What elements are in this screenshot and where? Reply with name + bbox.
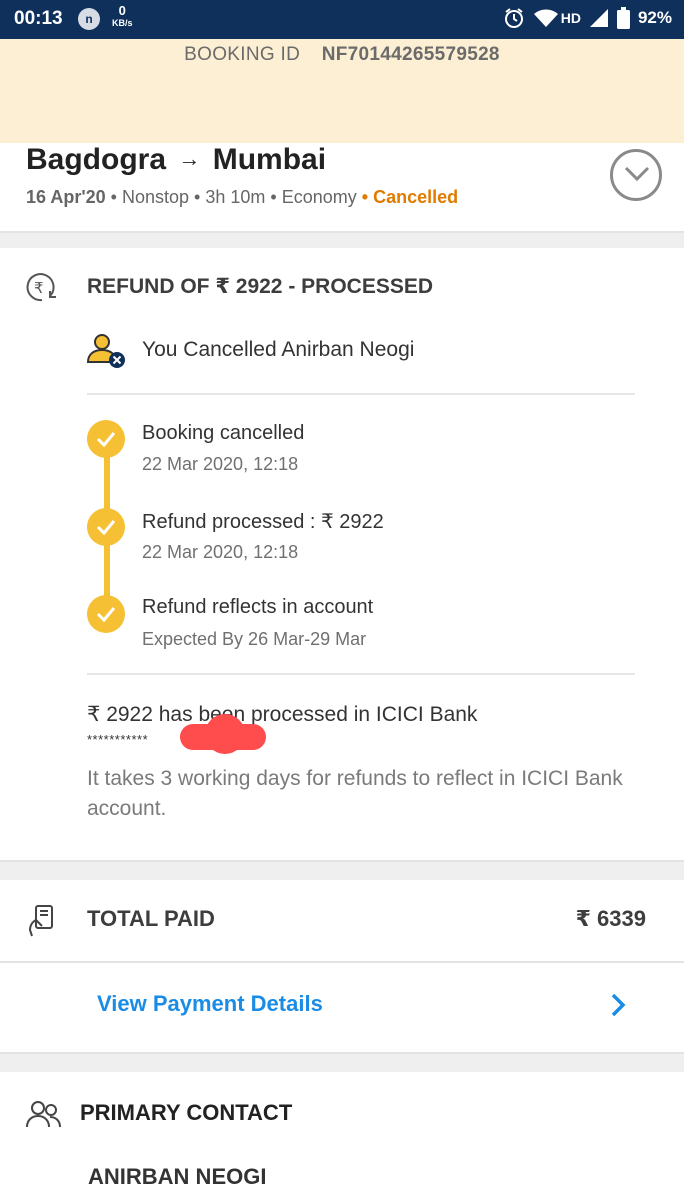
refund-icon: ₹ — [26, 273, 56, 302]
primary-contact-name: ANIRBAN NEOGI — [88, 1164, 267, 1189]
divider — [87, 673, 635, 675]
route-title: Bagdogra → Mumbai — [26, 143, 326, 177]
primary-contact-card: PRIMARY CONTACT ANIRBAN NEOGI — [0, 1072, 684, 1200]
expand-button[interactable] — [610, 149, 662, 201]
wifi-icon — [533, 9, 558, 27]
total-paid-amount: ₹ 6339 — [575, 906, 646, 931]
timeline-step-subtitle: Expected By 26 Mar-29 Mar — [142, 629, 367, 649]
signal-icon — [589, 9, 608, 27]
meta-dot: • — [110, 187, 122, 207]
status-dot: • — [361, 187, 374, 207]
booking-header: BOOKING ID NF70144265579528 — [0, 39, 684, 143]
refund-card: ₹ REFUND OF ₹ 2922 - PROCESSED You Cance… — [0, 248, 684, 860]
data-speed-unit: KB/s — [112, 18, 133, 28]
view-payment-details-label: View Payment Details — [97, 991, 323, 1016]
booking-id: BOOKING ID NF70144265579528 — [0, 44, 684, 66]
status-right-group: HD 92% — [503, 7, 672, 29]
step-check-icon — [87, 595, 125, 633]
route-arrow: → — [178, 146, 201, 171]
user-cancelled-icon — [86, 334, 125, 368]
processed-bank-text: ₹ 2922 has been processed in ICICI Bank — [87, 703, 478, 726]
timeline-step-title: Booking cancelled — [142, 422, 305, 444]
network-type: HD — [560, 10, 581, 26]
trip-duration: 3h 10m — [205, 187, 266, 207]
total-paid-label: TOTAL PAID — [87, 906, 215, 931]
trip-summary-card: Bagdogra → Mumbai 16 Apr'20 • Nonstop • … — [0, 143, 684, 231]
battery-percent: 92% — [637, 8, 672, 27]
status-time: 00:13 — [14, 8, 63, 29]
booking-id-value: NF70144265579528 — [321, 44, 500, 65]
status-bar: 00:13 n 0 KB/s HD 92% — [0, 0, 684, 39]
route-destination: Mumbai — [212, 143, 327, 176]
timeline-step-title: Refund processed : ₹ 2922 — [142, 511, 384, 533]
redaction-mark — [205, 714, 245, 754]
primary-contact-label: PRIMARY CONTACT — [80, 1100, 293, 1125]
step-check-icon — [87, 508, 125, 546]
battery-icon — [616, 7, 630, 29]
route-origin: Bagdogra — [26, 143, 167, 176]
meta-dot: • — [270, 187, 282, 207]
cancelled-by-text: You Cancelled Anirban Neogi — [142, 338, 415, 361]
timeline-step-subtitle: 22 Mar 2020, 12:18 — [142, 454, 299, 474]
contacts-icon — [26, 1101, 61, 1128]
step-check-icon — [87, 420, 125, 458]
status-badge: Cancelled — [373, 187, 459, 207]
payment-card: TOTAL PAID ₹ 6339 View Payment Details — [0, 880, 684, 1052]
divider — [0, 860, 684, 880]
svg-text:₹: ₹ — [34, 279, 44, 297]
booking-id-label: BOOKING ID — [184, 44, 301, 65]
timeline-step-subtitle: 22 Mar 2020, 12:18 — [142, 542, 299, 562]
masked-account-number: *********** — [87, 732, 149, 747]
trip-date: 16 Apr'20 — [26, 187, 106, 207]
refund-title: REFUND OF ₹ 2922 - PROCESSED — [87, 275, 434, 298]
trip-cabin: Economy — [281, 187, 357, 207]
trip-meta: 16 Apr'20 • Nonstop • 3h 10m • Economy •… — [26, 187, 458, 208]
refund-info-text: It takes 3 working days for refunds to r… — [87, 767, 623, 820]
data-speed-indicator: 0 KB/s — [112, 3, 133, 29]
meta-dot: • — [194, 187, 206, 207]
payment-card-icon — [28, 905, 53, 937]
view-payment-details-link[interactable]: View Payment Details — [0, 963, 684, 1052]
alarm-icon — [504, 8, 523, 28]
timeline-step-title: Refund reflects in account — [142, 596, 374, 618]
divider — [0, 1052, 684, 1072]
notification-icon: n — [78, 8, 100, 30]
divider — [0, 231, 684, 248]
chevron-right-icon — [611, 993, 626, 1017]
trip-stops: Nonstop — [121, 187, 190, 207]
divider — [87, 393, 635, 395]
data-speed-value: 0 — [118, 3, 126, 18]
chevron-down-icon — [624, 166, 650, 182]
